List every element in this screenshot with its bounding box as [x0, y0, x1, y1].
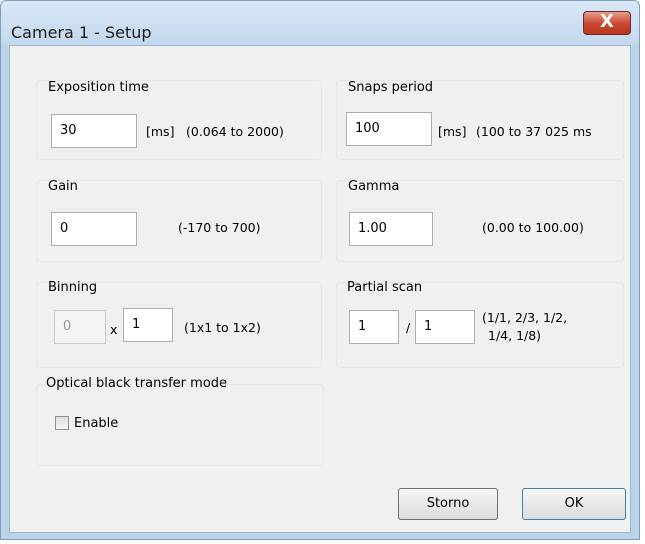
partial-scan-options-line1: (1/1, 2/3, 1/2, — [482, 310, 568, 325]
close-icon: X — [600, 11, 614, 32]
binning-y-input[interactable]: 1 — [123, 308, 173, 342]
gamma-input[interactable]: 1.00 — [349, 212, 433, 246]
gamma-range: (0.00 to 100.00) — [482, 220, 584, 235]
close-button[interactable]: X — [583, 11, 631, 35]
setup-dialog-window: Camera 1 - Setup X Exposition time 30 [m… — [0, 0, 640, 540]
partial-scan-separator: / — [406, 320, 411, 335]
title-bar[interactable]: Camera 1 - Setup X — [1, 1, 639, 45]
enable-checkbox[interactable] — [55, 416, 69, 430]
partial-scan-denominator-input[interactable]: 1 — [415, 310, 475, 344]
snaps-period-range: (100 to 37 025 ms — [476, 124, 592, 139]
snaps-period-label: Snaps period — [348, 80, 434, 95]
gain-range: (-170 to 700) — [178, 220, 261, 235]
partial-scan-label: Partial scan — [347, 280, 423, 295]
dialog-client-area: Exposition time 30 [ms] (0.064 to 2000) … — [9, 45, 631, 533]
binning-x-input[interactable]: 0 — [54, 310, 106, 344]
snaps-period-input[interactable]: 100 — [346, 112, 432, 146]
gain-input[interactable]: 0 — [51, 212, 137, 246]
exposition-time-input[interactable]: 30 — [51, 114, 137, 148]
storno-button[interactable]: Storno — [398, 488, 498, 520]
optical-black-label: Optical black transfer mode — [46, 376, 228, 391]
binning-range: (1x1 to 1x2) — [184, 320, 261, 335]
snaps-period-unit: [ms] — [438, 124, 467, 139]
gamma-label: Gamma — [348, 179, 400, 194]
exposition-time-unit: [ms] — [146, 124, 175, 139]
enable-checkbox-label[interactable]: Enable — [74, 416, 118, 431]
exposition-time-label: Exposition time — [48, 80, 149, 95]
binning-separator: x — [110, 322, 118, 337]
binning-label: Binning — [48, 280, 98, 295]
partial-scan-options-line2: 1/4, 1/8) — [488, 328, 542, 343]
window-title: Camera 1 - Setup — [11, 23, 152, 42]
exposition-time-range: (0.064 to 2000) — [186, 124, 284, 139]
gain-label: Gain — [48, 179, 78, 194]
partial-scan-numerator-input[interactable]: 1 — [349, 310, 399, 344]
ok-button[interactable]: OK — [522, 488, 626, 520]
